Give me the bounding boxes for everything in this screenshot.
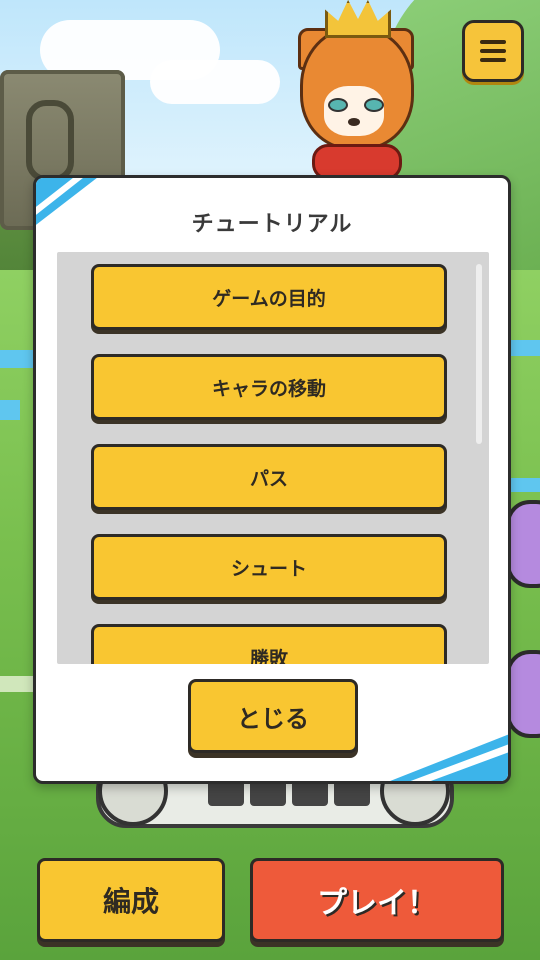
- play-button[interactable]: プレイ！: [250, 858, 504, 942]
- character-eye: [328, 98, 348, 112]
- tutorial-item-shoot[interactable]: シュート: [91, 534, 447, 600]
- list-scrollbar[interactable]: [476, 264, 482, 444]
- hamburger-menu-icon: [480, 49, 506, 53]
- hamburger-menu-icon: [480, 40, 506, 44]
- hamburger-menu-icon: [480, 58, 506, 62]
- formation-button[interactable]: 編成: [37, 858, 225, 942]
- tutorial-list[interactable]: ゲームの目的 キャラの移動 パス シュート 勝敗: [57, 252, 489, 664]
- crown-icon: [325, 0, 391, 38]
- tutorial-dialog: チュートリアル ゲームの目的 キャラの移動 パス シュート 勝敗 とじる: [33, 175, 511, 784]
- cloud: [150, 60, 280, 104]
- tutorial-item-result[interactable]: 勝敗: [91, 624, 447, 664]
- tutorial-item-pass[interactable]: パス: [91, 444, 447, 510]
- side-character-chip: [506, 500, 540, 588]
- character-nose: [348, 118, 360, 126]
- water-tile: [0, 400, 20, 420]
- red-panda-king-character: [292, 0, 414, 190]
- menu-button[interactable]: [462, 20, 524, 82]
- dialog-corner-stripe: [390, 734, 508, 781]
- close-button[interactable]: とじる: [188, 679, 358, 753]
- side-character-chip: [506, 650, 540, 738]
- character-eye: [364, 98, 384, 112]
- dialog-title: チュートリアル: [191, 212, 353, 237]
- tutorial-item-goal[interactable]: ゲームの目的: [91, 264, 447, 330]
- tutorial-item-movement[interactable]: キャラの移動: [91, 354, 447, 420]
